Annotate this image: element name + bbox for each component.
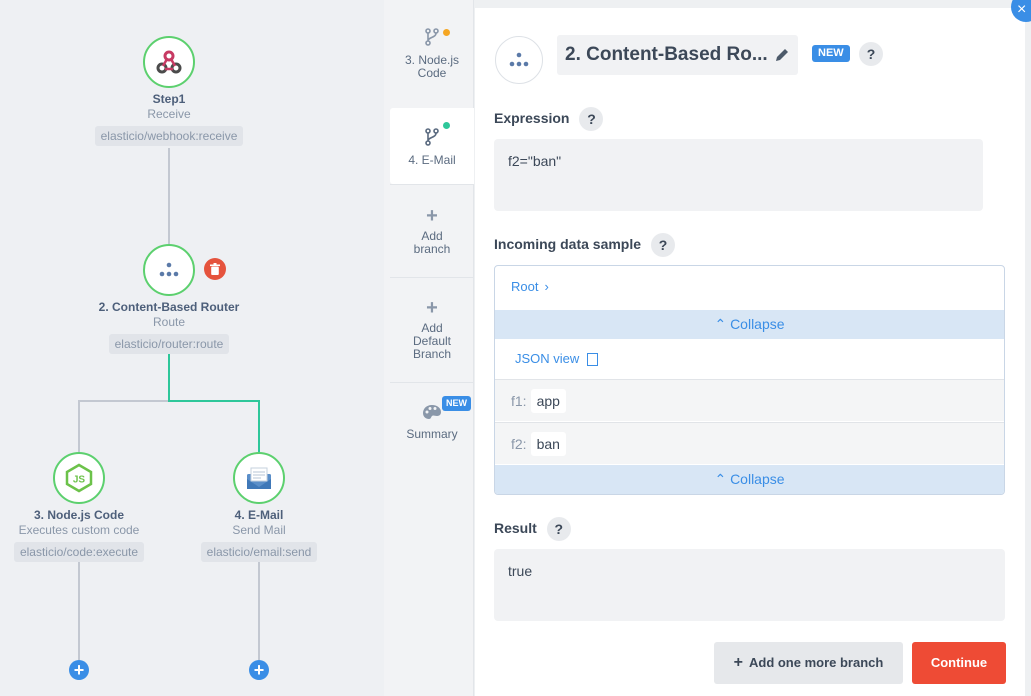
tab-nodejs-code[interactable]: 3. Node.js Code — [390, 28, 474, 104]
step-title-editor[interactable]: 2. Content-Based Ro... — [557, 35, 798, 75]
help-icon[interactable]: ? — [651, 233, 676, 258]
node-tag: elasticio/code:execute — [13, 542, 145, 562]
tab-label: Add Default Branch — [412, 321, 452, 361]
page-title: 2. Content-Based Ro... — [565, 44, 768, 65]
node-tag: elasticio/webhook:receive — [94, 126, 244, 146]
help-icon[interactable]: ? — [579, 107, 604, 132]
trash-icon — [210, 263, 220, 275]
branch-icon — [390, 128, 474, 150]
tab-add-default-branch[interactable]: + Add Default Branch — [390, 298, 474, 372]
chevron-right-icon: › — [544, 279, 549, 294]
router-icon — [495, 36, 543, 84]
node-title: Step1 — [152, 92, 186, 106]
tab-summary[interactable]: NEW Summary — [390, 396, 474, 454]
result-label: Result? — [494, 516, 571, 542]
status-dot — [443, 29, 450, 36]
plus-icon: + — [733, 654, 743, 671]
router-config-panel: 2. Content-Based Ro... NEW ? Expression?… — [475, 8, 1025, 696]
list-item: f2: ban — [495, 422, 1004, 464]
help-icon[interactable]: ? — [859, 42, 883, 66]
add-branch-button[interactable]: + Add one more branch — [714, 642, 903, 684]
tab-label: Add branch — [413, 229, 451, 256]
node-title: 3. Node.js Code — [33, 508, 125, 522]
tab-label: 3. Node.js Code — [404, 53, 460, 80]
connector-line — [258, 560, 260, 660]
collapse-button[interactable]: ⌃ Collapse — [495, 465, 1004, 494]
flow-node-step1[interactable]: Step1 Receive elasticio/webhook:receive — [69, 36, 269, 146]
node-tag: elasticio/router:route — [108, 334, 230, 354]
incoming-data-label: Incoming data sample? — [494, 232, 676, 258]
connector-line-active — [168, 400, 260, 402]
flow-canvas: Step1 Receive elasticio/webhook:receive … — [0, 0, 384, 696]
expression-input[interactable]: f2="ban" — [494, 139, 983, 211]
collapse-button[interactable]: ⌃ Collapse — [495, 310, 1004, 339]
node-subtitle: Receive — [147, 107, 191, 121]
flow-node-nodejs[interactable]: JS 3. Node.js Code Executes custom code … — [0, 452, 179, 562]
node-subtitle: Executes custom code — [18, 523, 140, 537]
result-output: true — [494, 549, 1005, 621]
divider — [390, 277, 474, 278]
tab-add-branch[interactable]: + Add branch — [390, 206, 474, 266]
continue-button[interactable]: Continue — [912, 642, 1006, 684]
email-icon — [233, 452, 285, 504]
delete-step-button[interactable] — [204, 258, 226, 280]
add-step-button[interactable]: + — [249, 660, 269, 680]
node-title: 2. Content-Based Router — [98, 300, 240, 314]
tab-email[interactable]: 4. E-Mail — [390, 108, 474, 184]
list-item: f1: app — [495, 379, 1004, 421]
status-dot — [443, 122, 450, 129]
node-subtitle: Route — [152, 315, 186, 329]
branch-icon — [390, 28, 474, 50]
divider — [390, 382, 474, 383]
expression-label: Expression? — [494, 106, 604, 132]
flow-node-router[interactable]: 2. Content-Based Router Route elasticio/… — [69, 244, 269, 354]
incoming-data-sample: Root › ⌃ Collapse JSON view f1: app f2: ban… — [494, 265, 1005, 495]
branch-tabs: 3. Node.js Code 4. E-Mail + Add branch +… — [384, 0, 474, 696]
help-icon[interactable]: ? — [546, 517, 571, 542]
chevron-up-icon: ⌃ — [714, 471, 727, 487]
node-title: 4. E-Mail — [234, 508, 284, 522]
json-view-link[interactable]: JSON view — [495, 339, 1004, 379]
field-value: ban — [530, 432, 566, 456]
node-tag: elasticio/email:send — [200, 542, 318, 562]
plus-icon: + — [426, 205, 438, 227]
tab-label: Summary — [406, 427, 458, 441]
flow-node-email[interactable]: 4. E-Mail Send Mail elasticio/email:send — [159, 452, 359, 562]
connector-line — [78, 400, 168, 402]
pencil-icon[interactable] — [774, 47, 790, 63]
document-icon — [586, 353, 598, 367]
connector-line — [168, 148, 170, 244]
tab-label: 4. E-Mail — [408, 153, 456, 167]
breadcrumb[interactable]: Root › — [495, 266, 1004, 310]
node-subtitle: Send Mail — [232, 523, 286, 537]
webhook-icon — [143, 36, 195, 88]
field-value: app — [530, 389, 566, 413]
connector-line — [78, 560, 80, 660]
chevron-up-icon: ⌃ — [714, 316, 727, 332]
plus-icon: + — [426, 297, 438, 319]
connector-line-active — [258, 400, 260, 452]
svg-text:JS: JS — [73, 475, 86, 486]
new-badge: NEW — [812, 45, 850, 62]
new-badge: NEW — [442, 396, 471, 411]
nodejs-icon: JS — [53, 452, 105, 504]
divider — [390, 184, 474, 185]
connector-line — [78, 400, 80, 452]
add-step-button[interactable]: + — [69, 660, 89, 680]
router-icon — [143, 244, 195, 296]
connector-line-active — [168, 352, 170, 402]
